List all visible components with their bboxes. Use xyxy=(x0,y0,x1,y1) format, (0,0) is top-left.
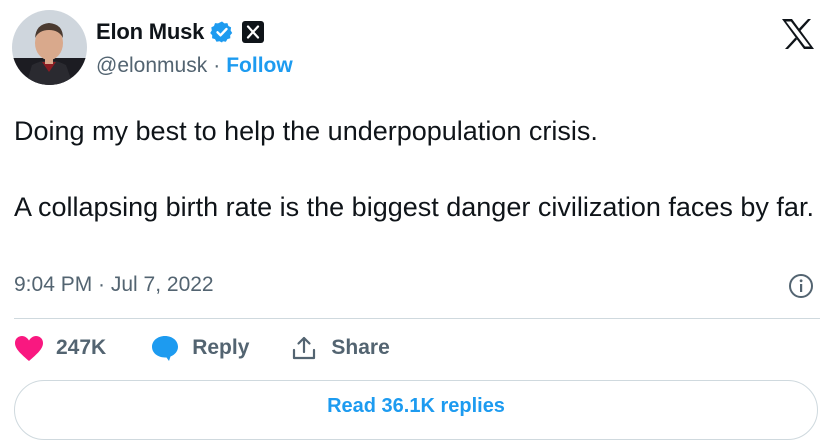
handle-separator: · xyxy=(213,54,221,77)
reply-button[interactable]: Reply xyxy=(150,334,249,362)
x-logo-icon[interactable] xyxy=(779,17,817,51)
read-replies-button[interactable]: Read 36.1K replies xyxy=(14,380,818,440)
divider xyxy=(14,318,820,319)
share-button[interactable]: Share xyxy=(291,335,390,361)
reply-label: Reply xyxy=(192,336,250,359)
verified-badge-icon xyxy=(210,20,234,44)
heart-icon xyxy=(15,335,43,361)
share-upload-icon xyxy=(293,336,316,360)
author-handle-row: @elonmusk · Follow xyxy=(96,54,293,78)
tweet-text: Doing my best to help the underpopulatio… xyxy=(14,116,814,222)
tweet-timestamp[interactable]: 9:04 PM · Jul 7, 2022 xyxy=(14,273,214,297)
author-avatar[interactable] xyxy=(12,10,87,85)
like-button[interactable]: 247K xyxy=(14,335,106,362)
tweet-embed-card: Elon Musk @elonmusk · Follow Doing my be… xyxy=(0,0,835,440)
x-badge-icon xyxy=(242,21,265,43)
reply-bubble-icon xyxy=(152,336,179,361)
author-display-name[interactable]: Elon Musk xyxy=(96,19,204,45)
info-icon[interactable] xyxy=(788,273,814,299)
read-replies-label: Read 36.1K replies xyxy=(327,395,505,417)
like-count: 247K xyxy=(56,336,107,359)
share-label: Share xyxy=(331,336,390,359)
author-handle[interactable]: @elonmusk xyxy=(96,54,207,78)
tweet-actions: 247K Reply Share xyxy=(14,333,390,363)
follow-link[interactable]: Follow xyxy=(226,54,293,78)
author-name-row: Elon Musk xyxy=(96,17,265,47)
